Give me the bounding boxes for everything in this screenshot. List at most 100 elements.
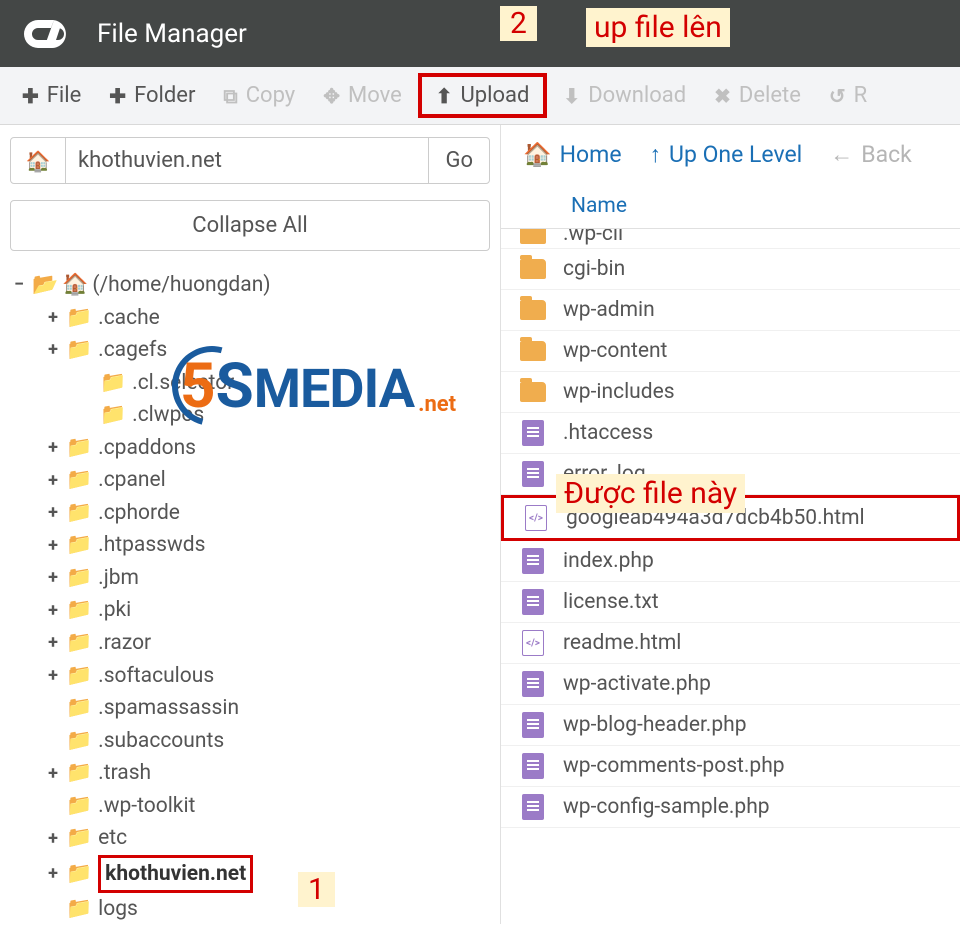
tree-item[interactable]: +📁.cphorde: [10, 497, 490, 530]
folder-icon: [519, 298, 547, 322]
tree-item-label: .razor: [98, 627, 151, 660]
tree-item[interactable]: +📁.cache: [10, 302, 490, 335]
upload-label: Upload: [461, 83, 530, 108]
right-panel: 🏠 Home ↑ Up One Level ← Back Name .wp-cl…: [500, 125, 960, 924]
tree-item-label: .trash: [98, 757, 151, 790]
folder-row[interactable]: .wp-cli: [501, 229, 960, 249]
expander-icon[interactable]: +: [44, 825, 62, 853]
tree-item[interactable]: +📁etc: [10, 822, 490, 855]
document-icon: [519, 421, 547, 445]
delete-button[interactable]: ✖ Delete: [702, 77, 813, 114]
folder-open-icon: 📂: [32, 269, 58, 302]
collapse-all-button[interactable]: Collapse All: [10, 200, 490, 251]
tree-item[interactable]: 📁.wp-toolkit: [10, 790, 490, 823]
folder-row[interactable]: wp-includes: [501, 372, 960, 413]
file-row[interactable]: wp-blog-header.php: [501, 705, 960, 746]
expander-icon[interactable]: +: [44, 760, 62, 788]
tree-item[interactable]: 📁logs: [10, 893, 490, 926]
file-row[interactable]: readme.html: [501, 623, 960, 664]
document-icon: [519, 590, 547, 614]
expander-icon[interactable]: +: [44, 304, 62, 332]
upload-highlight-box: ⬆ Upload: [418, 73, 548, 118]
expander-icon[interactable]: +: [44, 597, 62, 625]
folder-icon: 📁: [66, 822, 92, 855]
expander-icon[interactable]: +: [44, 564, 62, 592]
folder-icon: 📁: [66, 692, 92, 725]
expander-icon[interactable]: −: [10, 271, 28, 299]
root-label: (/home/huongdan): [92, 269, 270, 302]
folder-row[interactable]: wp-admin: [501, 290, 960, 331]
tree-item[interactable]: 📁.clwpos: [10, 399, 490, 432]
folder-button[interactable]: ✚ Folder: [97, 77, 207, 114]
tree-item[interactable]: +📁.razor: [10, 627, 490, 660]
document-icon: [519, 754, 547, 778]
expander-icon[interactable]: +: [44, 860, 62, 888]
expander-icon[interactable]: +: [44, 532, 62, 560]
folder-icon: 📁: [66, 893, 92, 926]
address-row: 🏠 Go: [10, 137, 490, 184]
delete-label: Delete: [739, 83, 801, 108]
folder-icon: [519, 257, 547, 281]
tree-item[interactable]: +📁.cpanel: [10, 464, 490, 497]
move-label: Move: [348, 83, 402, 108]
nav-up[interactable]: ↑ Up One Level: [650, 141, 803, 168]
main-area: 🏠 Go Collapse All − 📂 🏠 (/home/huongdan)…: [0, 125, 960, 924]
tree-item[interactable]: +📁khothuvien.net: [10, 855, 490, 894]
tree-item[interactable]: 📁.subaccounts: [10, 725, 490, 758]
file-name-label: wp-includes: [563, 380, 675, 404]
up-arrow-icon: ↑: [650, 141, 662, 168]
file-row[interactable]: license.txt: [501, 582, 960, 623]
move-button[interactable]: ✥ Move: [311, 77, 414, 114]
tree-item[interactable]: 📁.cl.selector: [10, 367, 490, 400]
folder-icon: [519, 339, 547, 363]
tree-item[interactable]: 📁.spamassassin: [10, 692, 490, 725]
file-button[interactable]: ✚ File: [10, 77, 93, 114]
copy-button[interactable]: ⧉ Copy: [211, 77, 307, 114]
tree-item[interactable]: +📁.trash: [10, 757, 490, 790]
selected-folder-highlight: khothuvien.net: [98, 855, 253, 894]
tree-item-label: .cache: [98, 302, 160, 335]
file-row[interactable]: wp-comments-post.php: [501, 746, 960, 787]
upload-button[interactable]: ⬆ Upload: [430, 79, 536, 112]
column-header-name[interactable]: Name: [501, 184, 960, 229]
expander-icon[interactable]: +: [44, 629, 62, 657]
home-icon-button[interactable]: 🏠: [10, 137, 66, 184]
tree-item-label: logs: [98, 893, 138, 926]
download-label: Download: [588, 83, 686, 108]
expander-icon[interactable]: +: [44, 662, 62, 690]
tree-item[interactable]: +📁.cagefs: [10, 334, 490, 367]
go-button[interactable]: Go: [428, 137, 490, 184]
tree-item[interactable]: +📁.cpaddons: [10, 432, 490, 465]
tree-item-label: .cpaddons: [98, 432, 196, 465]
download-button[interactable]: ⬇ Download: [551, 77, 698, 114]
expander-icon[interactable]: +: [44, 467, 62, 495]
file-row[interactable]: wp-activate.php: [501, 664, 960, 705]
file-name-label: index.php: [563, 549, 654, 573]
file-row[interactable]: .htaccess: [501, 413, 960, 454]
file-name-label: .htaccess: [563, 421, 653, 445]
file-row[interactable]: index.php: [501, 541, 960, 582]
expander-icon[interactable]: +: [44, 336, 62, 364]
tree-item[interactable]: +📁.htpasswds: [10, 529, 490, 562]
expander-icon[interactable]: +: [44, 434, 62, 462]
nav-home[interactable]: 🏠 Home: [523, 141, 622, 168]
document-icon: [519, 549, 547, 573]
path-input[interactable]: [66, 137, 428, 184]
tree-root[interactable]: − 📂 🏠 (/home/huongdan): [10, 269, 490, 302]
folder-row[interactable]: cgi-bin: [501, 249, 960, 290]
folder-icon: 📁: [66, 790, 92, 823]
nav-back[interactable]: ← Back: [830, 141, 912, 168]
left-panel: 🏠 Go Collapse All − 📂 🏠 (/home/huongdan)…: [0, 125, 500, 924]
upload-icon: ⬆: [436, 84, 453, 108]
folder-row[interactable]: wp-content: [501, 331, 960, 372]
tree-item[interactable]: +📁.pki: [10, 594, 490, 627]
plus-icon: ✚: [22, 84, 39, 108]
tree-item[interactable]: +📁.softaculous: [10, 660, 490, 693]
expander-icon[interactable]: +: [44, 499, 62, 527]
restore-button[interactable]: ↺ R: [817, 77, 879, 114]
tree-item-label: .cphorde: [98, 497, 180, 530]
tree-item[interactable]: +📁.jbm: [10, 562, 490, 595]
annotation-up-file: up file lên: [586, 8, 730, 47]
file-row[interactable]: wp-config-sample.php: [501, 787, 960, 828]
tree-item-label: etc: [98, 822, 127, 855]
